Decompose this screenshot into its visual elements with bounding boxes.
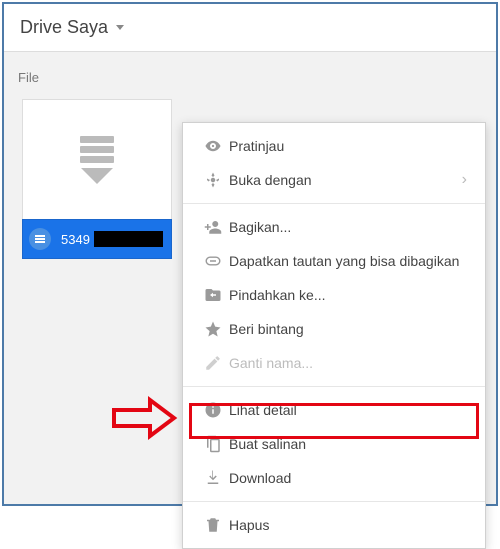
menu-share[interactable]: Bagikan... <box>183 210 485 244</box>
menu-label: Dapatkan tautan yang bisa dibagikan <box>229 253 467 269</box>
section-label: File <box>18 70 486 85</box>
menu-label: Hapus <box>229 517 467 533</box>
menu-label: Pindahkan ke... <box>229 287 467 303</box>
menu-rename: Ganti nama... <box>183 346 485 380</box>
file-type-icon <box>29 228 51 250</box>
eye-icon <box>197 137 229 155</box>
menu-label: Download <box>229 470 467 486</box>
star-icon <box>197 320 229 338</box>
menu-label: Bagikan... <box>229 219 467 235</box>
pencil-icon <box>197 354 229 372</box>
context-menu: Pratinjau Buka dengan › Bagikan... <box>182 122 486 549</box>
menu-open-with[interactable]: Buka dengan › <box>183 163 485 197</box>
menu-details[interactable]: Lihat detail <box>183 393 485 427</box>
folder-move-icon <box>197 286 229 304</box>
menu-label: Pratinjau <box>229 138 467 154</box>
file-thumbnail <box>22 99 172 219</box>
menu-label: Lihat detail <box>229 402 467 418</box>
file-label-bar: 5349 <box>22 219 172 259</box>
file-id-text: 5349 <box>61 232 90 247</box>
location-title: Drive Saya <box>20 17 108 38</box>
person-add-icon <box>197 218 229 236</box>
open-with-icon <box>197 171 229 189</box>
file-tile[interactable]: 5349 <box>22 99 172 259</box>
copy-icon <box>197 435 229 453</box>
menu-download[interactable]: Download <box>183 461 485 495</box>
app-frame: Drive Saya File 5349 <box>2 2 498 506</box>
menu-label: Buat salinan <box>229 436 467 452</box>
redacted-filename <box>94 231 163 247</box>
dropdown-caret-icon <box>116 25 124 30</box>
menu-move-to[interactable]: Pindahkan ke... <box>183 278 485 312</box>
menu-preview[interactable]: Pratinjau <box>183 129 485 163</box>
content-area: File 5349 Pratinj <box>4 52 496 504</box>
menu-separator <box>183 203 485 204</box>
chevron-right-icon: › <box>462 171 467 189</box>
menu-label: Buka dengan <box>229 172 462 188</box>
link-icon <box>197 252 229 270</box>
info-icon <box>197 401 229 419</box>
menu-get-link[interactable]: Dapatkan tautan yang bisa dibagikan <box>183 244 485 278</box>
menu-label: Ganti nama... <box>229 355 467 371</box>
menu-separator <box>183 386 485 387</box>
location-bar[interactable]: Drive Saya <box>4 4 496 52</box>
download-glyph-icon <box>80 136 114 184</box>
menu-make-copy[interactable]: Buat salinan <box>183 427 485 461</box>
annotation-arrow-icon <box>112 396 178 440</box>
trash-icon <box>197 516 229 534</box>
menu-remove[interactable]: Hapus <box>183 508 485 542</box>
menu-separator <box>183 501 485 502</box>
menu-star[interactable]: Beri bintang <box>183 312 485 346</box>
download-icon <box>197 469 229 487</box>
menu-label: Beri bintang <box>229 321 467 337</box>
